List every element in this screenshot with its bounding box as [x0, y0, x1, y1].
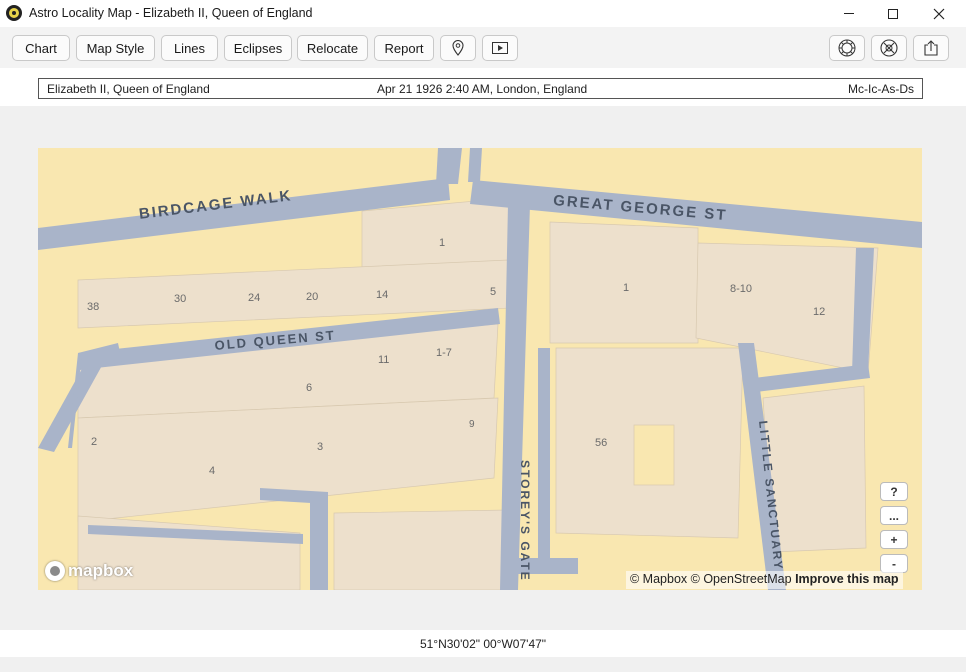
zodiac-wheel-icon	[838, 39, 856, 57]
mapbox-logo[interactable]: mapbox	[45, 560, 133, 582]
building-number: 30	[174, 293, 187, 305]
building-number: 38	[87, 301, 100, 313]
building-number: 3	[317, 441, 324, 453]
osm-attribution-link[interactable]: © OpenStreetMap	[691, 572, 792, 586]
toolbar: Chart Map Style Lines Eclipses Relocate …	[0, 27, 966, 68]
building-number: 1-7	[436, 347, 452, 359]
maximize-icon	[888, 8, 898, 19]
app-icon	[6, 5, 22, 21]
zodiac-wheel-button[interactable]	[829, 35, 865, 61]
building-number: 24	[248, 292, 261, 304]
maximize-button[interactable]	[870, 0, 916, 27]
building-number: 5	[490, 286, 497, 298]
building-number: 2	[91, 436, 98, 448]
bottom-edge	[0, 657, 966, 672]
building-number: 4	[209, 465, 216, 477]
mapbox-logo-icon	[45, 561, 65, 581]
map-view[interactable]: BIRDCAGE WALK GREAT GEORGE ST OLD QUEEN …	[38, 148, 922, 590]
coordinates-readout: 51°N30'02" 00°W07'47"	[419, 637, 547, 651]
mapbox-logo-text: mapbox	[68, 561, 134, 580]
building-number: 14	[376, 289, 389, 301]
chart-name: Elizabeth II, Queen of England	[47, 82, 210, 96]
chart-button[interactable]: Chart	[12, 35, 70, 61]
play-button[interactable]	[482, 35, 518, 61]
building-number: 12	[813, 306, 826, 318]
map-help-button[interactable]: ?	[880, 482, 908, 501]
building-number: 11	[378, 354, 390, 366]
improve-map-link[interactable]: Improve this map	[795, 572, 899, 586]
map-more-button[interactable]: ...	[880, 506, 908, 525]
minimize-button[interactable]	[826, 0, 872, 27]
close-button[interactable]	[916, 0, 962, 27]
building-number: 1	[439, 237, 446, 249]
chart-info-bar: Elizabeth II, Queen of England Apr 21 19…	[38, 78, 923, 99]
building-number: 56	[595, 437, 608, 449]
location-pin-button[interactable]	[440, 35, 476, 61]
zoom-in-button[interactable]: +	[880, 530, 908, 549]
title-bar: Astro Locality Map - Elizabeth II, Queen…	[0, 0, 966, 27]
building-number: 6	[306, 382, 313, 394]
relocate-button[interactable]: Relocate	[297, 35, 368, 61]
minimize-icon	[844, 13, 854, 14]
building-number: 9	[469, 419, 475, 430]
mapbox-attribution-link[interactable]: © Mapbox	[630, 572, 687, 586]
map-attribution: © Mapbox © OpenStreetMap Improve this ma…	[626, 571, 903, 589]
chart-datetime-place: Apr 21 1926 2:40 AM, London, England	[377, 82, 588, 96]
chart-lines: Mc-Ic-As-Ds	[848, 82, 914, 96]
location-pin-icon	[452, 40, 464, 56]
building-number: 8-10	[730, 283, 753, 295]
close-icon	[933, 8, 945, 19]
share-button[interactable]	[913, 35, 949, 61]
eclipses-button[interactable]: Eclipses	[224, 35, 292, 61]
report-button[interactable]: Report	[374, 35, 434, 61]
play-icon	[492, 42, 508, 54]
building-number: 20	[306, 291, 319, 303]
compass-globe-button[interactable]	[871, 35, 907, 61]
building-number: 1	[623, 282, 630, 294]
window-title: Astro Locality Map - Elizabeth II, Queen…	[29, 6, 313, 20]
lines-button[interactable]: Lines	[161, 35, 218, 61]
street-label-storeys-gate: STOREY'S GATE	[518, 460, 532, 582]
compass-globe-icon	[880, 39, 898, 57]
share-icon	[924, 40, 938, 56]
map-style-button[interactable]: Map Style	[76, 35, 155, 61]
